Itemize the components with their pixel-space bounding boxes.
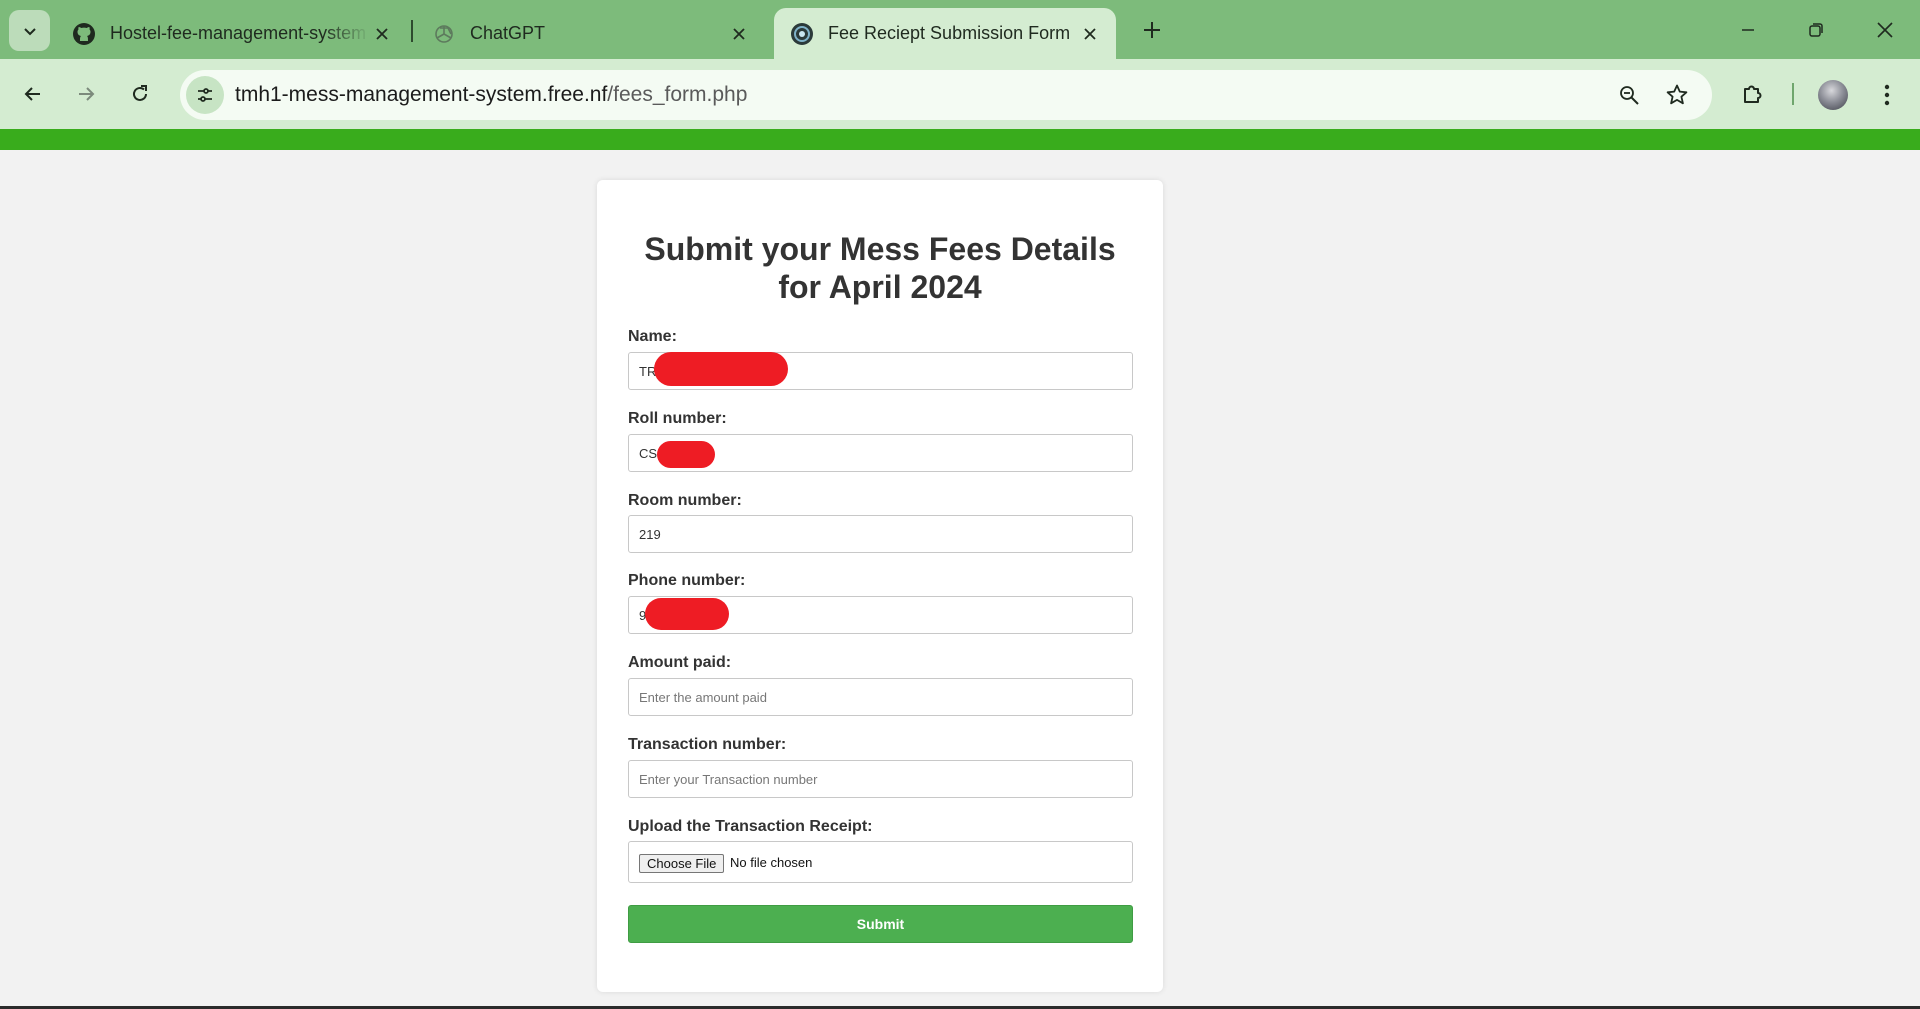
close-icon[interactable] bbox=[370, 22, 394, 46]
tab-chatgpt[interactable]: ChatGPT bbox=[416, 8, 765, 59]
close-window-button[interactable] bbox=[1861, 10, 1909, 50]
tab-title: Hostel-fee-management-system bbox=[110, 23, 367, 43]
close-icon bbox=[1877, 22, 1893, 38]
transaction-number-input[interactable] bbox=[628, 760, 1133, 798]
redaction-mark bbox=[657, 441, 715, 468]
form-title: Submit your Mess Fees Details for April … bbox=[597, 230, 1163, 306]
fee-form-card: Submit your Mess Fees Details for April … bbox=[597, 180, 1163, 992]
close-icon[interactable] bbox=[1078, 22, 1102, 46]
new-tab-button[interactable] bbox=[1138, 16, 1166, 44]
reload-icon bbox=[133, 85, 147, 101]
submit-button[interactable]: Submit bbox=[628, 905, 1133, 943]
site-favicon bbox=[790, 22, 814, 46]
room-number-label: Room number: bbox=[628, 492, 742, 509]
address-bar[interactable]: tmh1-mess-management-system.free.nf/fees… bbox=[180, 70, 1712, 120]
transaction-number-label: Transaction number: bbox=[628, 736, 787, 753]
more-vertical-icon bbox=[1884, 84, 1890, 106]
reload-button[interactable] bbox=[122, 76, 158, 112]
tab-title: ChatGPT bbox=[470, 23, 546, 43]
chatgpt-icon bbox=[432, 22, 456, 46]
zoom-icon[interactable] bbox=[1615, 81, 1643, 109]
tab-fee-form[interactable]: Fee Reciept Submission Form bbox=[774, 8, 1116, 59]
room-number-input[interactable] bbox=[628, 515, 1133, 553]
roll-number-label: Roll number: bbox=[628, 410, 727, 427]
form-title-line-1: Submit your Mess Fees Details bbox=[644, 231, 1116, 267]
browser-toolbar: tmh1-mess-management-system.free.nf/fees… bbox=[0, 59, 1920, 129]
plus-icon bbox=[1144, 22, 1160, 38]
browser-menu-button[interactable] bbox=[1872, 78, 1902, 112]
amount-paid-input[interactable] bbox=[628, 678, 1133, 716]
tab-title: Fee Reciept Submission Form bbox=[828, 23, 1071, 43]
phone-number-label: Phone number: bbox=[628, 572, 746, 589]
url-path: /fees_form.php bbox=[607, 83, 748, 106]
bookmark-star-icon[interactable] bbox=[1663, 81, 1691, 109]
page-header-bar bbox=[0, 129, 1920, 150]
url-text[interactable]: tmh1-mess-management-system.free.nf/fees… bbox=[235, 83, 747, 107]
url-host: tmh1-mess-management-system.free.nf bbox=[235, 83, 608, 106]
receipt-upload-label: Upload the Transaction Receipt: bbox=[628, 818, 873, 835]
restore-icon bbox=[1809, 23, 1823, 37]
file-status-text: No file chosen bbox=[730, 855, 813, 870]
arrow-right-icon bbox=[79, 87, 95, 101]
profile-avatar[interactable] bbox=[1818, 80, 1848, 110]
toolbar-divider bbox=[1792, 83, 1794, 105]
choose-file-button[interactable]: Choose File bbox=[639, 854, 725, 873]
github-icon bbox=[72, 22, 96, 46]
form-title-line-2: for April 2024 bbox=[778, 269, 982, 305]
tab-github[interactable]: Hostel-fee-management-system bbox=[56, 8, 408, 59]
restore-button[interactable] bbox=[1792, 10, 1840, 50]
redaction-mark bbox=[645, 598, 729, 630]
tab-strip: Hostel-fee-management-system ChatGPT Fee… bbox=[0, 0, 1920, 59]
amount-paid-label: Amount paid: bbox=[628, 654, 732, 671]
site-info-button[interactable] bbox=[186, 76, 224, 114]
arrow-left-icon bbox=[24, 87, 40, 101]
receipt-file-input[interactable]: Choose File No file chosen bbox=[628, 841, 1133, 883]
name-label: Name: bbox=[628, 328, 677, 345]
extensions-button[interactable] bbox=[1736, 77, 1770, 111]
close-icon[interactable] bbox=[727, 22, 751, 46]
forward-button[interactable] bbox=[68, 76, 104, 112]
back-button[interactable] bbox=[15, 76, 51, 112]
redaction-mark bbox=[654, 352, 788, 386]
minimize-icon bbox=[1742, 29, 1754, 31]
tune-icon bbox=[198, 88, 212, 102]
tab-search-button[interactable] bbox=[9, 10, 50, 51]
minimize-button[interactable] bbox=[1724, 10, 1772, 50]
puzzle-icon bbox=[1744, 85, 1762, 103]
chevron-down-icon bbox=[23, 27, 36, 35]
tab-separator bbox=[411, 20, 413, 42]
